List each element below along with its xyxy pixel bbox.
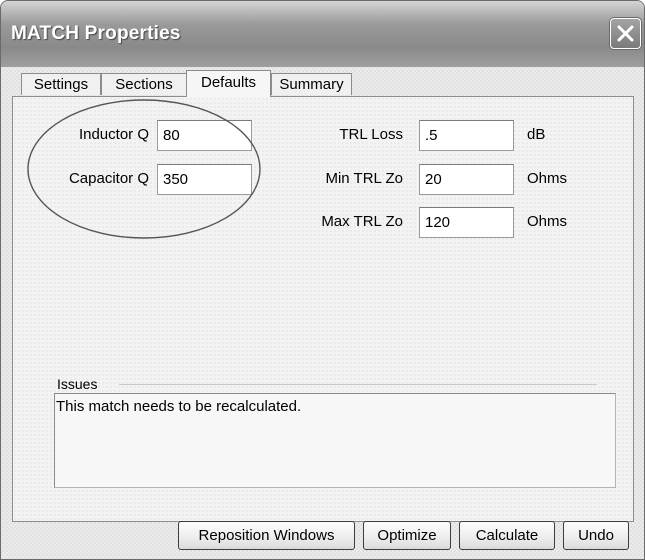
match-properties-window: MATCH Properties Settings Sections Defau…	[0, 0, 645, 560]
min-trl-zo-field[interactable]: 20	[419, 164, 514, 195]
max-trl-zo-unit: Ohms	[527, 213, 568, 230]
issues-text: This match needs to be recalculated.	[56, 398, 302, 415]
undo-button[interactable]: Undo	[563, 521, 629, 550]
min-trl-zo-unit: Ohms	[527, 170, 568, 187]
reposition-windows-button[interactable]: Reposition Windows	[178, 521, 355, 550]
tab-sections[interactable]: Sections	[101, 73, 187, 95]
tab-sections-label: Sections	[115, 76, 173, 93]
calculate-button[interactable]: Calculate	[459, 521, 555, 550]
tab-summary-label: Summary	[279, 76, 344, 93]
tab-settings-label: Settings	[33, 76, 89, 93]
min-trl-zo-label: Min TRL Zo	[325, 170, 403, 187]
tab-defaults-label: Defaults	[200, 74, 257, 91]
inductor-q-label: Inductor Q	[78, 126, 149, 143]
capacitor-q-label: Capacitor Q	[68, 170, 149, 187]
inductor-q-field[interactable]: 80	[157, 120, 252, 151]
issues-label: Issues	[57, 376, 98, 392]
trl-loss-label: TRL Loss	[339, 126, 403, 143]
issues-divider	[119, 384, 597, 385]
tab-settings[interactable]: Settings	[21, 73, 101, 95]
tab-summary[interactable]: Summary	[271, 73, 352, 95]
title-bar[interactable]: MATCH Properties	[1, 1, 644, 67]
trl-loss-field[interactable]: .5	[419, 120, 514, 151]
window-title: MATCH Properties	[11, 23, 181, 44]
close-icon	[617, 25, 634, 42]
close-button[interactable]	[610, 18, 641, 49]
max-trl-zo-label: Max TRL Zo	[321, 213, 403, 230]
max-trl-zo-field[interactable]: 120	[419, 207, 514, 238]
trl-loss-unit: dB	[527, 126, 546, 143]
tab-defaults[interactable]: Defaults	[186, 70, 271, 97]
capacitor-q-field[interactable]: 350	[157, 164, 252, 195]
optimize-button[interactable]: Optimize	[363, 521, 451, 550]
issues-box: This match needs to be recalculated.	[54, 393, 616, 488]
